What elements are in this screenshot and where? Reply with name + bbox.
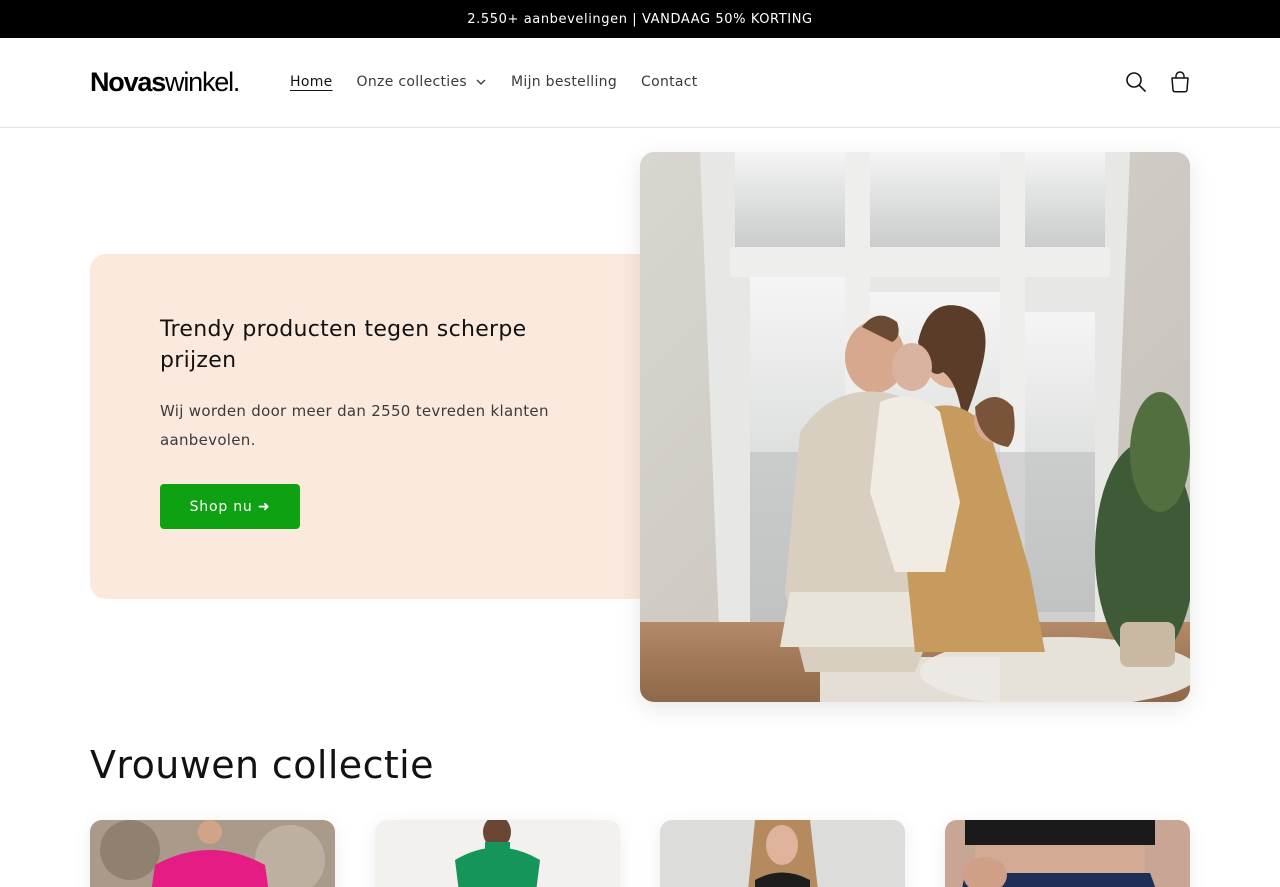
main-nav: Home Onze collecties Mijn bestelling Con… <box>290 38 722 126</box>
chevron-down-icon <box>476 79 486 85</box>
product-image <box>660 820 905 887</box>
hero-image <box>640 152 1190 702</box>
shop-now-button[interactable]: Shop nu ➜ <box>160 484 300 529</box>
product-image <box>945 820 1190 887</box>
product-card[interactable] <box>90 820 335 887</box>
nav-item-label: Onze collecties <box>356 74 467 90</box>
site-header: Novaswinkel. Home Onze collecties Mijn b… <box>0 38 1280 128</box>
nav-item-label: Mijn bestelling <box>511 74 618 90</box>
nav-item-label: Contact <box>641 74 698 90</box>
announcement-text: 2.550+ aanbevelingen | VANDAAG 50% KORTI… <box>467 11 813 27</box>
logo-bold: Novas <box>90 67 166 97</box>
hero-subtitle: Wij worden door meer dan 2550 tevreden k… <box>160 402 549 449</box>
product-image <box>375 820 620 887</box>
product-card[interactable] <box>945 820 1190 887</box>
product-card[interactable] <box>660 820 905 887</box>
announcement-bar: 2.550+ aanbevelingen | VANDAAG 50% KORTI… <box>0 0 1280 38</box>
nav-item-contact[interactable]: Contact <box>641 74 698 90</box>
cart-icon[interactable] <box>1168 70 1192 94</box>
logo-light: winkel. <box>165 67 240 97</box>
product-card[interactable] <box>375 820 620 887</box>
logo[interactable]: Novaswinkel. <box>90 66 240 98</box>
nav-item-orders[interactable]: Mijn bestelling <box>511 74 617 90</box>
hero-title: Trendy producten tegen scherpe prijzen <box>160 317 527 373</box>
nav-item-home[interactable]: Home <box>290 74 333 90</box>
collection-title: Vrouwen collectie <box>90 743 434 787</box>
nav-item-label: Home <box>290 74 333 90</box>
nav-item-collections[interactable]: Onze collecties <box>357 74 487 90</box>
product-image <box>90 820 335 887</box>
hero-illustration <box>640 152 1190 702</box>
search-icon[interactable] <box>1124 70 1148 94</box>
